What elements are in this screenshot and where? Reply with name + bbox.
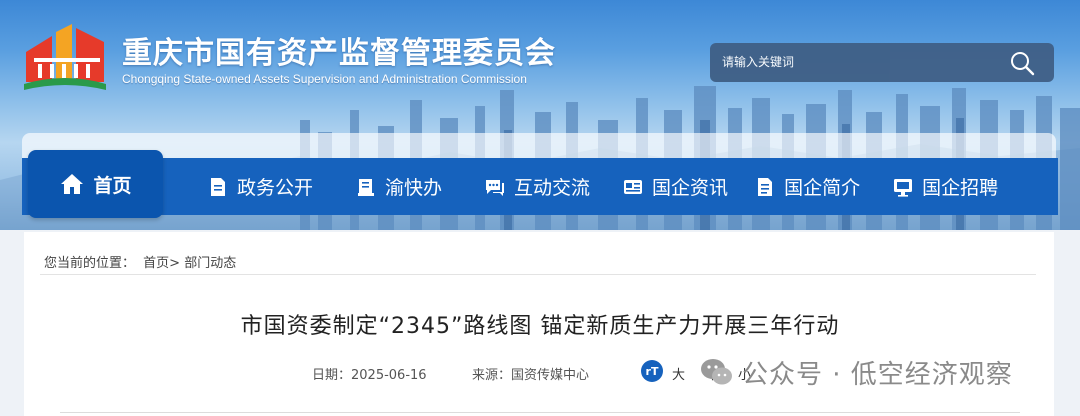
nav-item-label: 国企简介 [784, 177, 861, 199]
logo-icon [24, 24, 106, 90]
document-icon [211, 177, 225, 196]
breadcrumb-section-link[interactable]: 部门动态 [184, 256, 236, 271]
nav-item-interaction[interactable]: 互动交流 [484, 158, 590, 215]
id-card-icon [624, 179, 643, 194]
font-size-large-button[interactable]: 大 [672, 364, 685, 383]
breadcrumb-prefix: 您当前的位置： [44, 256, 136, 271]
site-title: 重庆市国有资产监督管理委员会 [122, 36, 556, 71]
search-box [710, 43, 1054, 82]
site-subtitle: Chongqing State-owned Assets Supervision… [122, 72, 527, 86]
nav-item-yukuaiban[interactable]: 渝快办 [355, 158, 442, 215]
nav-item-label: 政务公开 [237, 177, 314, 199]
nav-item-gov-affairs[interactable]: 政务公开 [207, 158, 313, 215]
nav-item-soe-intro[interactable]: 国企简介 [754, 158, 860, 215]
font-size-icon: rT [641, 360, 663, 382]
main-nav: 政务公开 渝快办 互动交流 国企资讯 国企简介 国企招聘 [22, 158, 1058, 215]
monitor-icon [894, 178, 913, 197]
article-date: 日期：2025-06-16 [312, 368, 427, 383]
nav-item-label: 国企招聘 [922, 177, 999, 199]
search-icon[interactable] [1008, 49, 1036, 77]
breadcrumb-divider [40, 274, 1036, 275]
home-icon [61, 174, 84, 194]
nav-item-label: 互动交流 [514, 177, 591, 199]
watermark-text: 公众号 · 低空经济观察 [742, 359, 1013, 390]
nav-item-label: 国企资讯 [652, 177, 729, 199]
content-divider [60, 412, 1020, 413]
book-icon [358, 178, 375, 196]
nav-item-soe-news[interactable]: 国企资讯 [622, 158, 728, 215]
nav-item-soe-recruit[interactable]: 国企招聘 [892, 158, 998, 215]
article-title: 市国资委制定“2345”路线图 锚定新质生产力开展三年行动 [240, 314, 840, 339]
watermark: 公众号 · 低空经济观察 [700, 352, 1013, 392]
nav-home-label: 首页 [93, 174, 132, 197]
nav-item-label: 渝快办 [385, 177, 443, 199]
file-icon [758, 177, 773, 196]
breadcrumb-home-link[interactable]: 首页> [143, 256, 180, 271]
wechat-icon [701, 359, 732, 385]
search-input[interactable] [722, 51, 1002, 73]
article-source: 来源：国资传媒中心 [472, 368, 590, 383]
breadcrumb: 您当前的位置： 首页> 部门动态 [44, 252, 236, 271]
nav-backdrop [22, 133, 1056, 159]
nav-item-home[interactable]: 首页 [28, 150, 163, 218]
chat-icon [486, 179, 505, 196]
